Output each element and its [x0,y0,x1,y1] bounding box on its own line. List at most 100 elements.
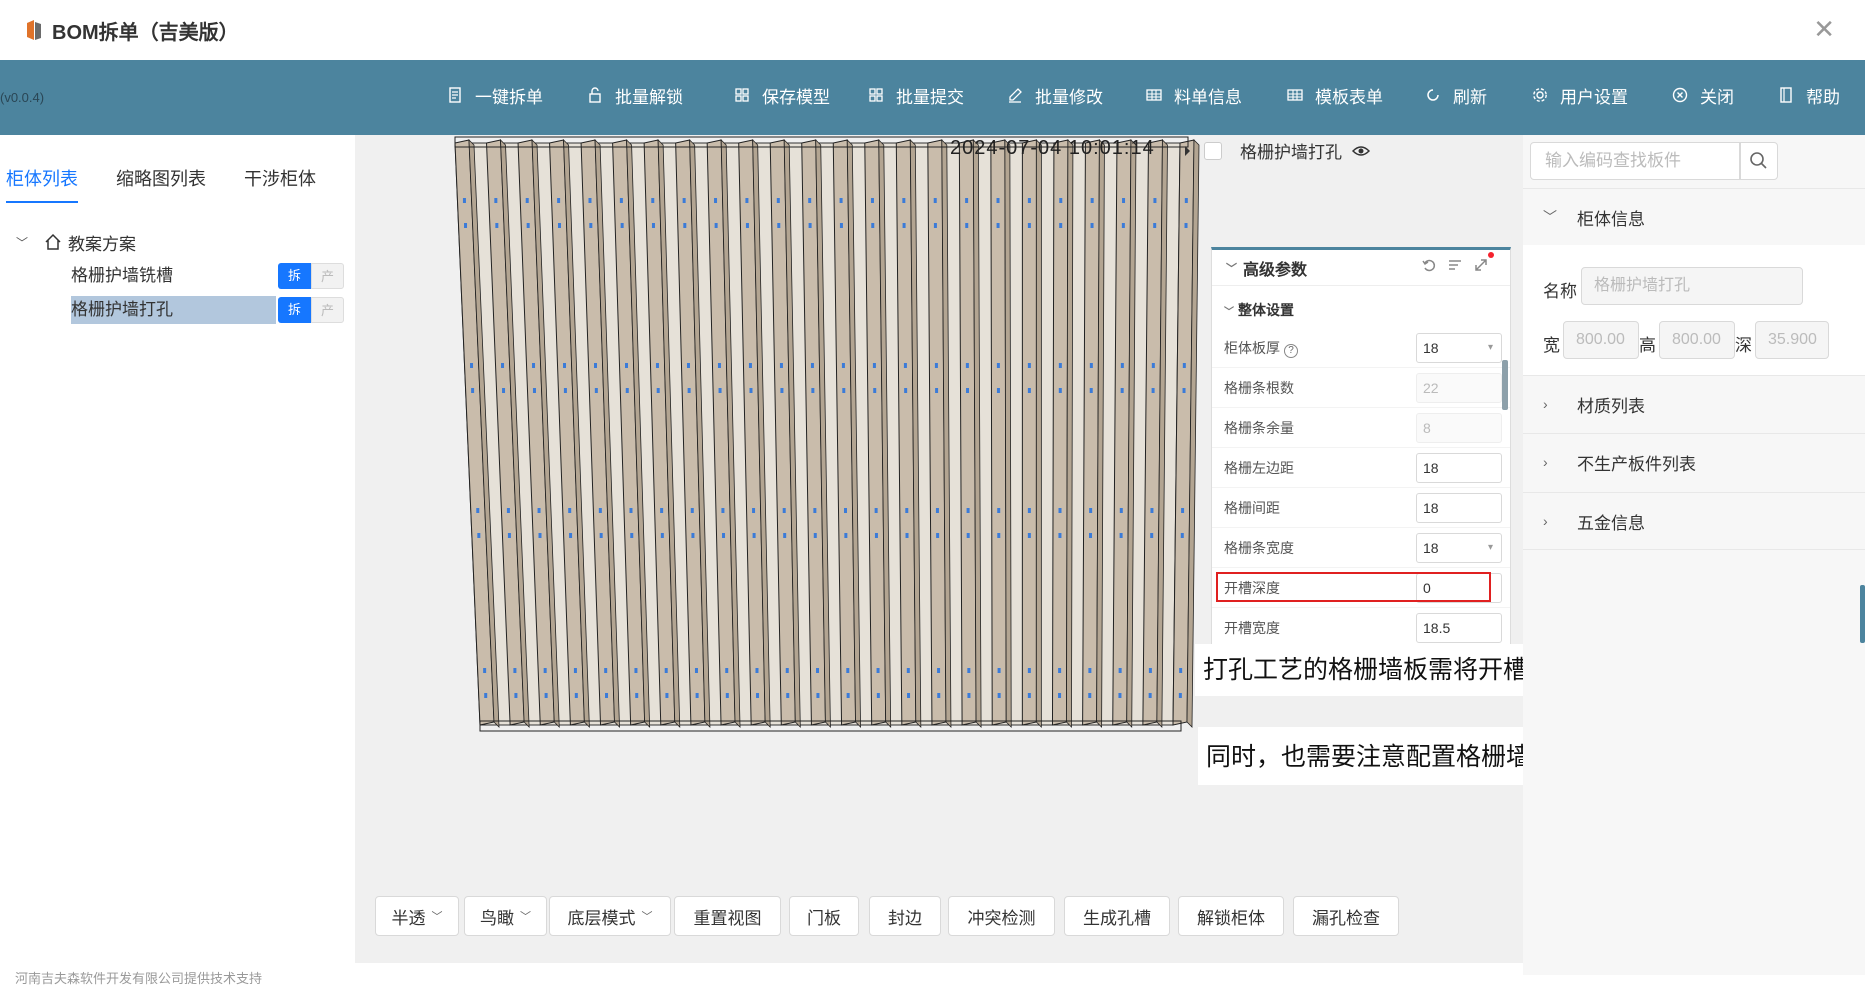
sort-icon[interactable] [1448,258,1462,272]
toolbar-button-label: 模板表单 [1315,87,1383,107]
param-label: 格栅条根数 [1224,379,1294,396]
grille-slat[interactable] [1051,139,1074,728]
toolbar-button-label: 批量提交 [896,87,964,107]
toolbar-button-0[interactable]: 一键拆单 [447,80,543,110]
tab-interference-cabinet[interactable]: 干涉柜体 [244,165,316,201]
window-close-icon[interactable]: ✕ [1813,16,1835,42]
view-button-3[interactable]: 重置视图 [674,896,781,936]
tree-root[interactable]: ﹀ 教案方案 [8,225,348,259]
toolbar-button-1[interactable]: 批量解锁 [587,80,683,110]
grille-slat[interactable] [958,139,982,728]
search-input[interactable]: 输入编码查找板件 [1530,142,1740,180]
tree-item-drilling[interactable]: 格栅护墙打孔 拆 产 [8,293,348,327]
cabinet-tree: ﹀ 教案方案 格栅护墙铣槽 拆 产 格栅护墙打孔 拆 产 [8,225,348,327]
chevron-down-icon: ﹀ [1543,209,1557,225]
view-button-9[interactable]: 漏孔检查 [1293,896,1399,936]
caret-down-icon[interactable]: ▾ [1488,334,1493,362]
search-icon [1750,152,1767,169]
chevron-down-icon[interactable]: ﹀ [1226,260,1237,276]
height-label: 高 [1639,336,1656,355]
split-button[interactable]: 拆 [278,297,311,323]
toolbar-button-5[interactable]: 料单信息 [1146,80,1242,110]
param-input[interactable]: 18 [1416,492,1502,523]
grille-slat[interactable] [1112,139,1137,728]
search-button[interactable] [1740,142,1778,180]
tree-item-milling[interactable]: 格栅护墙铣槽 拆 产 [8,259,348,293]
toolbar-button-4[interactable]: 批量修改 [1007,80,1103,110]
material-list-header[interactable]: › 材质列表 [1523,376,1865,432]
material-list-section: › 材质列表 [1523,375,1865,432]
toolbar-button-10[interactable]: 帮助 [1778,80,1840,110]
param-row: 格栅间距 18 [1212,488,1510,528]
non-production-header[interactable]: › 不生产板件列表 [1523,434,1865,490]
side-handle[interactable] [1860,585,1865,643]
toolbar-button-label: 一键拆单 [475,87,543,107]
toolbar-button-6[interactable]: 模板表单 [1287,80,1383,110]
produce-button[interactable]: 产 [311,263,344,289]
produce-button[interactable]: 产 [311,297,344,323]
view-button-label: 鸟瞰 [480,908,514,928]
expand-icon[interactable] [1185,145,1190,156]
view-button-4[interactable]: 门板 [789,896,859,936]
param-row: 格栅条根数 22 [1212,368,1510,408]
grille-slat[interactable] [990,139,1012,728]
chevron-down-icon: ﹀ [641,911,653,923]
help-icon[interactable]: ? [1284,343,1298,358]
section-label: 材质列表 [1577,396,1645,416]
layer-name: 格栅护墙打孔 [1240,143,1342,162]
split-button[interactable]: 拆 [278,263,311,289]
tab-thumbnail-list[interactable]: 缩略图列表 [116,165,206,201]
tree-item-label: 格栅护墙打孔 [71,296,276,324]
chevron-down-icon[interactable]: ﹀ [16,234,30,251]
expand-icon[interactable] [1474,258,1488,272]
scrollbar[interactable] [1502,360,1508,410]
param-input: 8 [1416,412,1502,443]
section-title[interactable]: ﹀ 整体设置 [1224,300,1510,320]
hardware-section: › 五金信息 [1523,492,1865,550]
view-button-8[interactable]: 解锁柜体 [1178,896,1284,936]
grille-slat[interactable] [927,139,952,728]
toolbar-button-9[interactable]: 关闭 [1672,80,1734,110]
view-button-label: 漏孔检查 [1312,908,1380,928]
layer-checkbox[interactable] [1204,141,1222,160]
toolbar-button-7[interactable]: 刷新 [1425,80,1487,110]
hardware-header[interactable]: › 五金信息 [1523,493,1865,549]
param-label: 开槽宽度 [1224,619,1280,636]
view-button-2[interactable]: 底层模式 ﹀ [549,896,671,936]
param-label: 柜体板厚? [1224,338,1416,358]
param-label: 格栅间距 [1224,499,1280,516]
param-input[interactable]: 18.5 [1416,612,1502,643]
view-button-0[interactable]: 半透 ﹀ [375,896,459,936]
undo-icon[interactable] [1422,258,1436,272]
left-tabs: 柜体列表 缩略图列表 干涉柜体 [0,165,355,205]
param-label: 格栅条宽度 [1224,539,1294,556]
caret-down-icon[interactable]: ▾ [1488,534,1493,562]
param-label: 格栅条余量 [1224,419,1294,436]
view-button-7[interactable]: 生成孔槽 [1064,896,1170,936]
section-label: 不生产板件列表 [1577,454,1696,474]
table-icon [1146,89,1162,101]
depth-field[interactable]: 35.900 [1755,321,1829,359]
toolbar-button-2[interactable]: 保存模型 [734,80,830,110]
view-button-5[interactable]: 封边 [869,896,941,936]
height-field[interactable]: 800.00 [1659,321,1735,359]
view-button-6[interactable]: 冲突检测 [948,896,1055,936]
eye-icon[interactable] [1352,144,1370,158]
param-input[interactable]: 18 [1416,452,1502,483]
param-input[interactable]: 18 ▾ [1416,532,1502,563]
grille-slat[interactable] [1082,139,1105,728]
view-button-1[interactable]: 鸟瞰 ﹀ [464,896,547,936]
layer-toggle-row[interactable]: 格栅护墙打孔 [1185,138,1370,163]
cabinet-info-header[interactable]: ﹀ 柜体信息 [1523,189,1865,245]
advanced-params-title: 高级参数 [1243,261,1308,279]
toolbar-button-8[interactable]: 用户设置 [1532,80,1628,110]
tab-cabinet-list[interactable]: 柜体列表 [6,165,78,203]
width-field[interactable]: 800.00 [1563,321,1639,359]
toolbar-button-label: 帮助 [1806,87,1840,107]
grille-slat[interactable] [1021,139,1042,728]
name-field[interactable]: 格栅护墙打孔 [1581,267,1803,305]
toolbar-button-3[interactable]: 批量提交 [868,80,964,110]
param-input[interactable]: 18 ▾ [1416,332,1502,363]
section-title-label: 整体设置 [1238,302,1294,318]
param-label: 格栅左边距 [1224,459,1294,476]
